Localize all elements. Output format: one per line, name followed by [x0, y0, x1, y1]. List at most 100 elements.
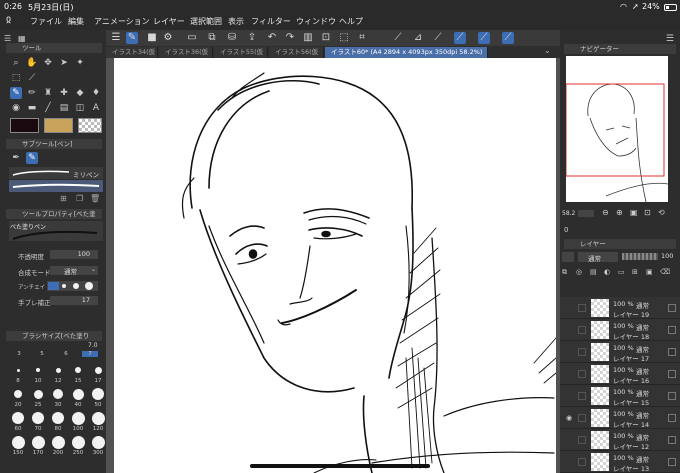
figure-tool-icon[interactable]: ╱ [42, 102, 54, 114]
blend-tool-icon[interactable]: ♦ [90, 87, 102, 99]
snap-grid-icon[interactable]: ⟋ [432, 32, 444, 44]
ruler-icon[interactable]: ▭ [618, 268, 625, 276]
hand-tool-icon[interactable]: ✋ [26, 57, 38, 69]
layer-check-icon[interactable] [578, 436, 586, 444]
menu-edit[interactable]: 編集 [68, 16, 84, 27]
brush-size-dot[interactable] [32, 412, 44, 424]
layer-row[interactable]: 100 % 通常 レイヤー 19 [560, 297, 680, 319]
visibility-icon[interactable] [564, 303, 574, 313]
airbrush-icon[interactable]: ✚ [58, 87, 70, 99]
opacity-slider[interactable]: 100 [50, 250, 98, 259]
layer-lock-icon[interactable] [668, 392, 676, 400]
layer-check-icon[interactable] [578, 348, 586, 356]
brush-size-dot[interactable] [91, 435, 105, 449]
text-tool-icon[interactable]: A [90, 102, 102, 114]
visibility-icon[interactable] [564, 457, 574, 467]
brush-size-dot[interactable] [11, 435, 25, 449]
snap-off-icon[interactable]: ⟋ [392, 32, 404, 44]
antialias-selector[interactable] [47, 281, 98, 291]
layer-row[interactable]: 100 % 通常 レイヤー 18 [560, 319, 680, 341]
chevron-down-icon[interactable]: ⌄ [544, 46, 551, 55]
brush-size-dot[interactable] [94, 366, 102, 374]
layer-row[interactable]: 100 % 通常 レイヤー 12 [560, 429, 680, 451]
subtool-item-selected[interactable] [9, 180, 103, 192]
clip-icon[interactable]: ⧉ [562, 268, 567, 277]
stop-icon[interactable]: ■ [146, 32, 158, 44]
brush-size-dot[interactable] [91, 411, 105, 425]
menu-view[interactable]: 表示 [228, 16, 244, 27]
menu-help[interactable]: ヘルプ [339, 16, 363, 27]
menu-layer[interactable]: レイヤー [153, 16, 185, 27]
zoom-in-icon[interactable]: ⊕ [616, 208, 623, 217]
folder-icon[interactable]: ▣ [646, 268, 653, 276]
layer-row[interactable]: 100 % 通常 レイヤー 15 [560, 385, 680, 407]
brush-size-dot[interactable] [92, 388, 104, 400]
stabilizer-icon[interactable]: ⟋ [478, 32, 490, 44]
visibility-icon[interactable] [564, 435, 574, 445]
brush-size-label[interactable]: 3 [11, 351, 27, 357]
new-layer-icon[interactable]: ⊞ [632, 268, 638, 276]
brush-size-dot[interactable] [33, 389, 43, 399]
subtool-marker-icon[interactable]: ✎ [26, 152, 38, 164]
layer-row[interactable]: 100 % 通常 レイヤー 13 [560, 451, 680, 473]
crop-icon[interactable]: ⌗ [356, 32, 368, 44]
blend-mode-select[interactable]: 通常 ⌄ [50, 266, 98, 276]
brush-size-dot[interactable] [71, 411, 85, 425]
selection-tool-icon[interactable]: ⬚ [10, 72, 22, 84]
copy-subtool-icon[interactable]: ❐ [76, 194, 83, 203]
layer-lock-icon[interactable] [668, 304, 676, 312]
menu-animation[interactable]: アニメーション [94, 16, 150, 27]
lock-icon[interactable]: ▤ [590, 268, 597, 276]
balloon-icon[interactable]: ◫ [74, 102, 86, 114]
brush-size-dot[interactable] [31, 435, 45, 449]
brush-size-dot[interactable] [14, 390, 22, 398]
layer-check-icon[interactable] [578, 326, 586, 334]
drawing-canvas[interactable] [114, 58, 557, 473]
brush-size-dot[interactable] [55, 367, 61, 373]
undo-icon[interactable]: ↶ [266, 32, 278, 44]
add-subtool-icon[interactable]: ⊞ [60, 194, 67, 203]
navigator-preview[interactable] [565, 56, 669, 203]
menu-file[interactable]: ファイル [30, 16, 62, 27]
eyedropper-icon[interactable]: ⟋ [26, 72, 38, 84]
brush-tool-icon[interactable]: ♜ [42, 87, 54, 99]
mask-icon[interactable]: ◐ [604, 268, 610, 276]
layer-lock-icon[interactable] [668, 370, 676, 378]
move-tool-icon[interactable]: ✥ [42, 57, 54, 69]
gradient-icon[interactable]: ▬ [26, 102, 38, 114]
menu-filter[interactable]: フィルター [251, 16, 291, 27]
brush-size-label[interactable]: 5 [34, 351, 50, 357]
layer-row[interactable]: ◉ 100 % 通常 レイヤー 14 [560, 407, 680, 429]
tab-document[interactable]: イラスト55(仮 [214, 47, 268, 58]
layer-opacity-slider[interactable] [622, 253, 658, 260]
brush-size-dot[interactable] [53, 389, 63, 399]
settings-icon[interactable]: ⚙ [162, 32, 174, 44]
pen-tool-icon[interactable]: ✎ [10, 87, 22, 99]
visibility-icon[interactable] [564, 347, 574, 357]
pencil-tool-icon[interactable]: ✏ [26, 87, 38, 99]
subtool-pen-icon[interactable]: ✒ [10, 152, 22, 164]
delete-layer-icon[interactable]: ⌫ [660, 268, 670, 276]
delete-subtool-icon[interactable]: 🗑 [90, 194, 100, 203]
fit-icon[interactable]: ▣ [630, 208, 638, 217]
layer-check-icon[interactable] [578, 458, 586, 466]
layer-lock-icon[interactable] [668, 414, 676, 422]
clear-icon[interactable]: ▥ [302, 32, 314, 44]
layer-check-icon[interactable] [578, 370, 586, 378]
snap-ruler-icon[interactable]: ⊿ [412, 32, 424, 44]
layer-blend-select[interactable]: 通常 [578, 252, 618, 263]
redo-icon[interactable]: ↷ [284, 32, 296, 44]
panel-menu-icon[interactable]: ☰ [666, 34, 674, 44]
transparent-color-swatch[interactable] [78, 118, 102, 133]
tab-document[interactable]: イラスト36(仮 [159, 47, 213, 58]
zoom-tool-icon[interactable]: ⌕ [10, 57, 22, 69]
export-icon[interactable]: ⇪ [246, 32, 258, 44]
menu-icon[interactable]: ☰ [110, 32, 122, 44]
brush-size-label-selected[interactable]: 7 [82, 351, 98, 357]
brush-size-dot[interactable] [72, 388, 84, 400]
layer-lock-icon[interactable] [668, 348, 676, 356]
transform-icon[interactable]: ⊡ [320, 32, 332, 44]
menu-window[interactable]: ウィンドウ [296, 16, 336, 27]
brush-size-dot[interactable] [52, 412, 64, 424]
layout-icon[interactable]: ▦ [18, 34, 26, 43]
